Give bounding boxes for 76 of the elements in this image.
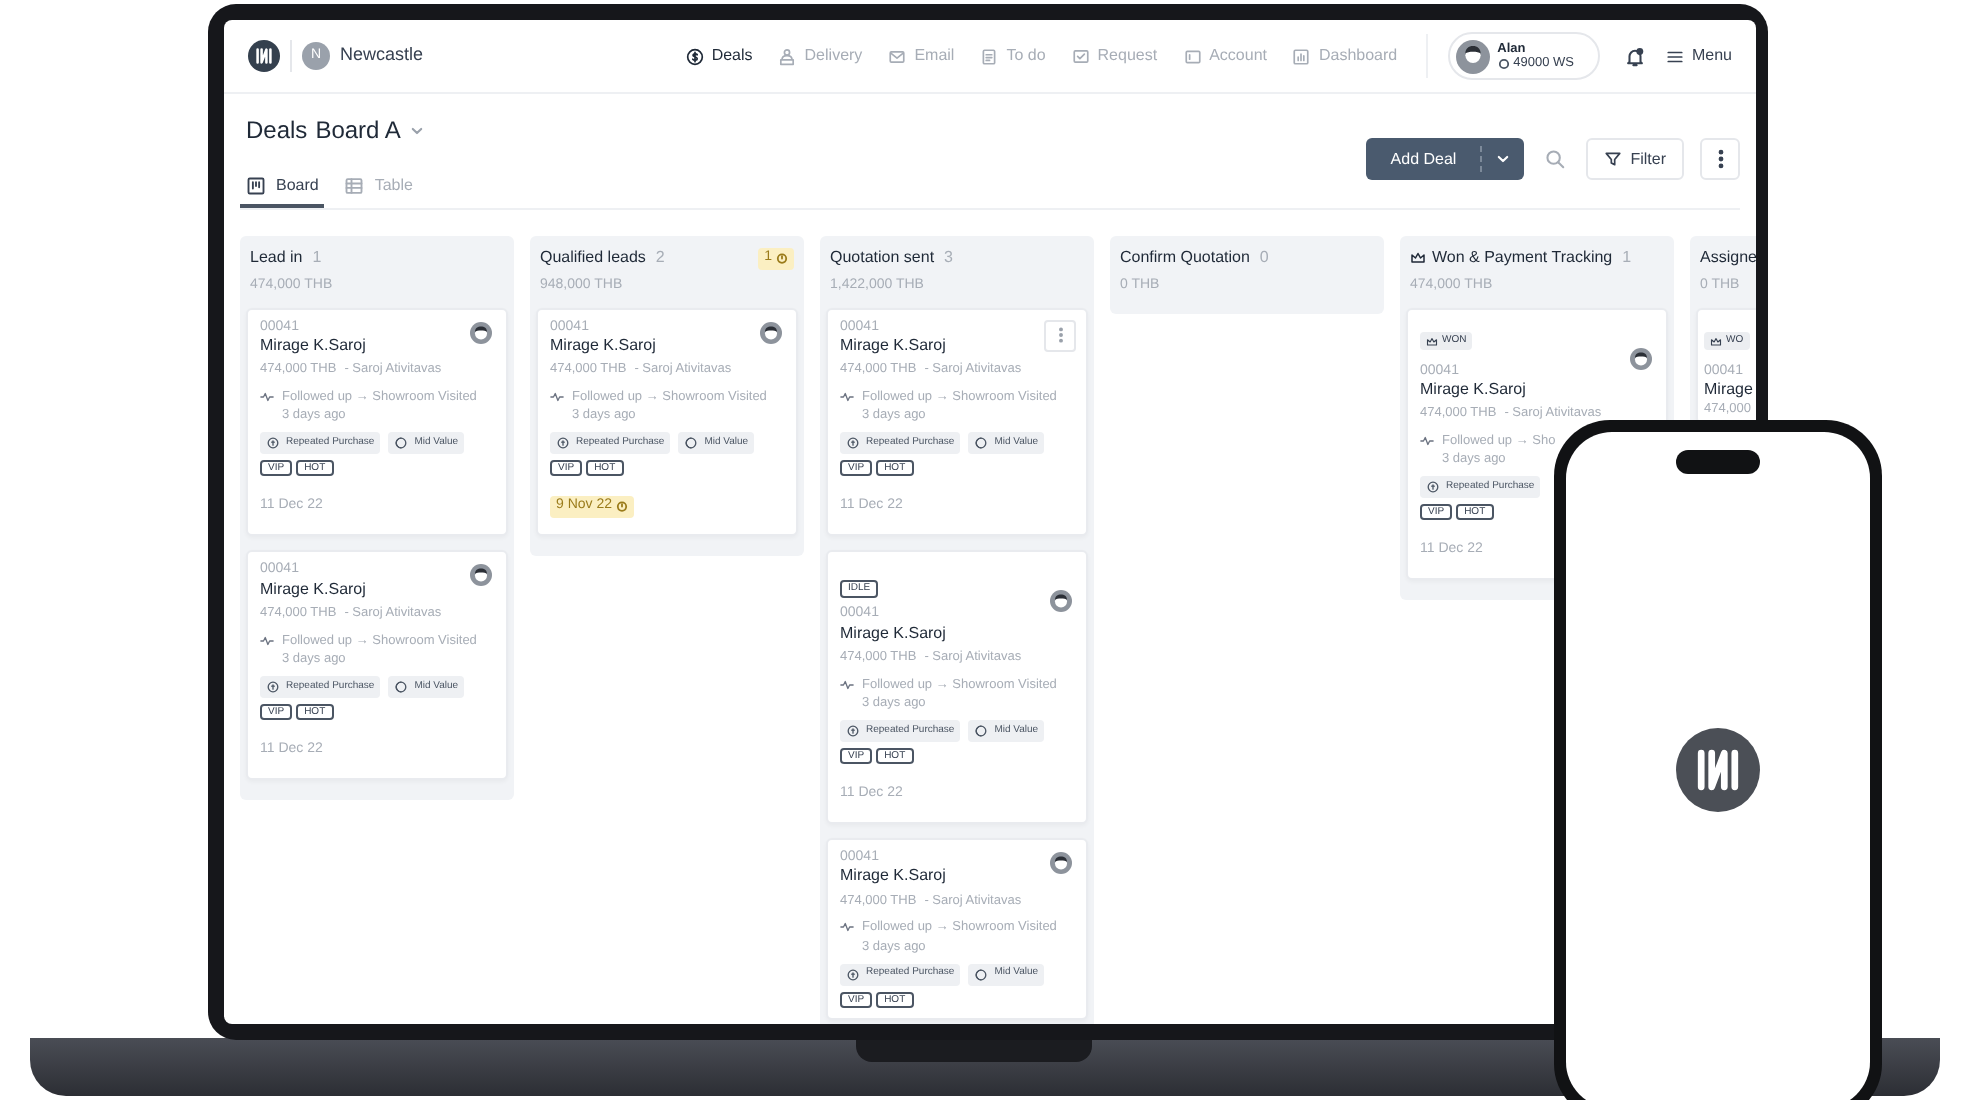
repeat-icon <box>266 679 280 694</box>
search-icon <box>1544 148 1567 170</box>
column-count: 0 <box>1259 246 1269 270</box>
bar-chart-icon <box>1292 47 1311 65</box>
table-icon <box>344 176 365 196</box>
logo-icon <box>1676 728 1760 812</box>
person-desk-icon <box>778 47 797 65</box>
column-title: Lead in <box>250 246 303 270</box>
more-icon <box>1717 148 1723 170</box>
nav-link[interactable]: Deals <box>685 44 753 68</box>
repeat-icon <box>556 436 570 451</box>
half-circle-icon <box>974 436 989 451</box>
add-deal-split-button[interactable]: Add Deal <box>1366 138 1525 180</box>
card-icon <box>1183 47 1202 65</box>
page-title: Deals <box>246 114 308 148</box>
deal-name: Mirage K.Saroj <box>840 335 946 357</box>
filter-button[interactable]: Filter <box>1586 138 1684 180</box>
deal-name: Mirage K.Saroj <box>260 579 366 600</box>
timer-icon <box>616 500 629 513</box>
board-icon <box>246 176 266 196</box>
half-circle-icon <box>974 967 989 982</box>
coin-icon <box>1497 57 1510 70</box>
more-icon <box>1057 326 1063 344</box>
envelope-icon <box>888 47 907 65</box>
deal-name: Mirage K.Saroj <box>1420 379 1526 401</box>
activity-icon <box>840 390 854 405</box>
column-count: 2 <box>655 246 665 270</box>
repeat-icon <box>1426 480 1440 495</box>
half-circle-icon <box>394 679 409 694</box>
activity-icon <box>550 390 564 405</box>
add-deal-label: Add Deal <box>1388 147 1459 171</box>
repeat-icon <box>846 967 860 982</box>
timer-icon <box>776 252 788 264</box>
crown-icon <box>1426 335 1438 347</box>
list-icon <box>980 47 999 65</box>
column-title: Quotation sent <box>830 246 935 270</box>
column-title: Won & Payment Tracking <box>1432 246 1613 270</box>
activity-icon <box>840 920 854 935</box>
activity-icon <box>260 633 274 648</box>
bell-icon <box>1623 45 1646 67</box>
repeat-icon <box>846 723 860 738</box>
chevron-down-icon <box>410 123 425 137</box>
phone-notch <box>1676 450 1760 474</box>
half-circle-icon <box>394 436 409 451</box>
caret-icon <box>1496 152 1511 166</box>
crown-icon <box>1710 335 1722 347</box>
deal-name: Mirage K.Saroj <box>550 335 656 357</box>
view-tab[interactable]: Board <box>240 168 325 208</box>
logo-icon <box>248 40 280 72</box>
check-square-icon <box>1071 47 1090 65</box>
deal-name: Mirage <box>1704 379 1753 401</box>
dollar-circle-icon <box>685 47 704 65</box>
workspace-name: Newcastle <box>340 42 424 69</box>
column-title: Qualified leads <box>540 246 646 270</box>
activity-icon <box>840 677 854 692</box>
crown-icon <box>1410 250 1426 266</box>
avatar-icon <box>1455 39 1490 73</box>
deal-name: Mirage K.Saroj <box>260 335 366 357</box>
half-circle-icon <box>684 436 699 451</box>
deal-name: Mirage K.Saroj <box>840 866 946 888</box>
more-button[interactable] <box>1700 138 1740 180</box>
half-circle-icon <box>974 723 989 738</box>
column-count: 1 <box>312 246 322 270</box>
repeat-icon <box>846 436 860 451</box>
board-dropdown[interactable]: Board A <box>315 112 425 148</box>
activity-icon <box>260 390 274 405</box>
menu-button[interactable]: Menu <box>1665 44 1732 68</box>
activity-icon <box>1420 434 1434 449</box>
menu-icon <box>1665 47 1684 65</box>
column-title: Assigne <box>1700 246 1756 270</box>
column-count: 1 <box>1622 246 1632 270</box>
column-title: Confirm Quotation <box>1120 246 1250 270</box>
column-count: 3 <box>944 246 953 270</box>
deal-name: Mirage K.Saroj <box>840 623 946 644</box>
filter-icon <box>1604 150 1623 168</box>
repeat-icon <box>266 436 280 451</box>
